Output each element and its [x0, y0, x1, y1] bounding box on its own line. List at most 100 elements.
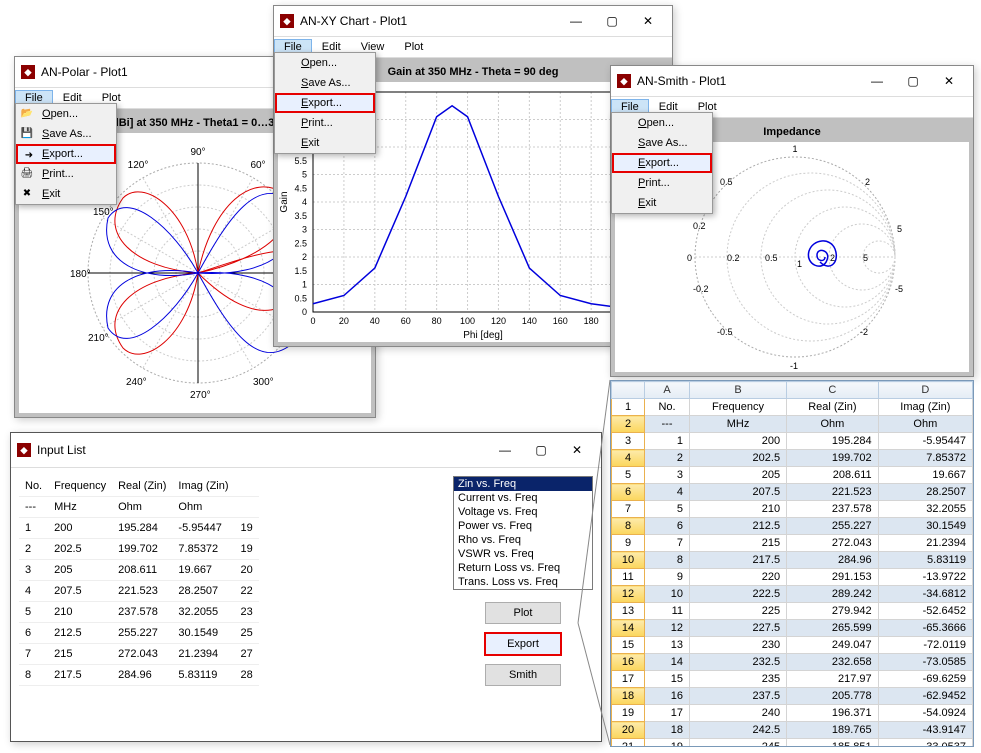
excel-table[interactable]: ABCD 1No.FrequencyReal (Zin)Imag (Zin)2-…	[611, 381, 973, 747]
xy-title: AN-XY Chart - Plot1	[300, 14, 558, 28]
table-row[interactable]: 1200195.284-5.9544719	[19, 518, 259, 539]
menu-plot[interactable]: Plot	[394, 39, 433, 55]
smith-button[interactable]: Smith	[485, 664, 561, 686]
table-row[interactable]: 75210237.57832.2055	[612, 501, 973, 518]
polar-title: AN-Polar - Plot1	[41, 65, 261, 79]
table-row[interactable]: 42202.5199.7027.85372	[612, 450, 973, 467]
list-item[interactable]: Zin vs. Freq	[454, 477, 592, 491]
excel-view: ABCD 1No.FrequencyReal (Zin)Imag (Zin)2-…	[610, 380, 974, 747]
list-item[interactable]: VSWR vs. Freq	[454, 547, 592, 561]
app-icon: ◆	[17, 443, 31, 457]
menu-print-[interactable]: Print...	[612, 173, 712, 193]
list-item[interactable]: Current vs. Freq	[454, 491, 592, 505]
table-row[interactable]: 7215272.04321.239427	[19, 644, 259, 665]
table-row[interactable]: 1311225279.942-52.6452	[612, 603, 973, 620]
table-row[interactable]: 86212.5255.22730.1549	[612, 518, 973, 535]
menu-exit[interactable]: ✖Exit	[16, 184, 116, 204]
svg-text:180: 180	[584, 316, 599, 326]
menu-print-[interactable]: 🖨Print...	[16, 164, 116, 184]
menu-exit[interactable]: Exit	[275, 133, 375, 153]
list-item[interactable]: Power vs. Freq	[454, 519, 592, 533]
input-list-window: ◆ Input List — ▢ ✕ No.FrequencyReal (Zin…	[10, 432, 602, 742]
smith-file-dropdown: Open...Save As...Export...Print...Exit	[611, 112, 713, 214]
minimize-button[interactable]: —	[558, 10, 594, 32]
table-row[interactable]: 3205208.61119.66720	[19, 560, 259, 581]
menu-export-[interactable]: ➜Export...	[16, 144, 116, 164]
table-row[interactable]: 1No.FrequencyReal (Zin)Imag (Zin)	[612, 399, 973, 416]
table-row[interactable]: 1513230249.047-72.0119	[612, 637, 973, 654]
col-header: No.	[19, 476, 48, 497]
close-button[interactable]: ✕	[931, 70, 967, 92]
svg-text:0.5: 0.5	[294, 293, 307, 303]
svg-text:120°: 120°	[128, 160, 149, 171]
svg-text:1: 1	[792, 144, 797, 154]
table-row[interactable]: 1210222.5289.242-34.6812	[612, 586, 973, 603]
plot-options-listbox[interactable]: Zin vs. FreqCurrent vs. FreqVoltage vs. …	[453, 476, 593, 590]
table-row[interactable]: 119220291.153-13.9722	[612, 569, 973, 586]
list-item[interactable]: Trans. Loss vs. Freq	[454, 575, 592, 589]
menu-save-as-[interactable]: Save As...	[612, 133, 712, 153]
list-item[interactable]: Rho vs. Freq	[454, 533, 592, 547]
table-row[interactable]: 108217.5284.965.83119	[612, 552, 973, 569]
table-row[interactable]: 6212.5255.22730.154925	[19, 623, 259, 644]
table-row[interactable]: 2018242.5189.765-43.9147	[612, 722, 973, 739]
table-row[interactable]: 2119245185.851-33.0537	[612, 739, 973, 748]
svg-text:3: 3	[302, 225, 307, 235]
svg-text:-0.5: -0.5	[717, 327, 733, 337]
table-row[interactable]: 4207.5221.52328.250722	[19, 581, 259, 602]
table-row[interactable]: 2202.5199.7027.8537219	[19, 539, 259, 560]
maximize-button[interactable]: ▢	[895, 70, 931, 92]
table-row[interactable]: 1917240196.371-54.0924	[612, 705, 973, 722]
col-header[interactable]: D	[878, 382, 972, 399]
col-header[interactable]	[612, 382, 645, 399]
close-button[interactable]: ✕	[559, 439, 595, 461]
svg-text:-0.2: -0.2	[693, 284, 709, 294]
svg-text:20: 20	[339, 316, 349, 326]
menu-export-[interactable]: Export...	[275, 93, 375, 113]
menu-save-as-[interactable]: Save As...	[275, 73, 375, 93]
menu-open-[interactable]: Open...	[612, 113, 712, 133]
menu-print-[interactable]: Print...	[275, 113, 375, 133]
menu-export-[interactable]: Export...	[612, 153, 712, 173]
svg-text:0.5: 0.5	[765, 253, 778, 263]
list-item[interactable]: Voltage vs. Freq	[454, 505, 592, 519]
table-row[interactable]: 1412227.5265.599-65.3666	[612, 620, 973, 637]
input-list-title: Input List	[37, 443, 487, 457]
input-list-titlebar[interactable]: ◆ Input List — ▢ ✕	[11, 433, 601, 468]
svg-text:Phi [deg]: Phi [deg]	[463, 330, 503, 341]
export-button[interactable]: Export	[484, 632, 562, 656]
input-list-table: No.FrequencyReal (Zin)Imag (Zin)---MHzOh…	[19, 476, 259, 686]
menu-exit[interactable]: Exit	[612, 193, 712, 213]
plot-button[interactable]: Plot	[485, 602, 561, 624]
svg-text:2: 2	[830, 253, 835, 263]
smith-titlebar[interactable]: ◆ AN-Smith - Plot1 — ▢ ✕	[611, 66, 973, 97]
menu-save-as-[interactable]: 💾Save As...	[16, 124, 116, 144]
close-button[interactable]: ✕	[630, 10, 666, 32]
list-item[interactable]: Return Loss vs. Freq	[454, 561, 592, 575]
table-row[interactable]: 1614232.5232.658-73.0585	[612, 654, 973, 671]
svg-text:Gain: Gain	[279, 191, 290, 212]
svg-text:90°: 90°	[190, 147, 205, 158]
table-row[interactable]: 1816237.5205.778-62.9452	[612, 688, 973, 705]
table-row[interactable]: 64207.5221.52328.2507	[612, 484, 973, 501]
col-header[interactable]: A	[645, 382, 690, 399]
table-row[interactable]: 97215272.04321.2394	[612, 535, 973, 552]
table-row[interactable]: 5210237.57832.205523	[19, 602, 259, 623]
svg-text:240°: 240°	[126, 377, 147, 388]
maximize-button[interactable]: ▢	[523, 439, 559, 461]
table-row[interactable]: 31200195.284-5.95447	[612, 433, 973, 450]
svg-text:0: 0	[310, 316, 315, 326]
table-row[interactable]: 53205208.61119.667	[612, 467, 973, 484]
maximize-button[interactable]: ▢	[594, 10, 630, 32]
menu-open-[interactable]: Open...	[275, 53, 375, 73]
table-row[interactable]: 1715235217.97-69.6259	[612, 671, 973, 688]
col-header[interactable]: C	[787, 382, 879, 399]
minimize-button[interactable]: —	[487, 439, 523, 461]
xy-titlebar[interactable]: ◆ AN-XY Chart - Plot1 — ▢ ✕	[274, 6, 672, 37]
col-header[interactable]: B	[690, 382, 787, 399]
menu-open-[interactable]: 📂Open...	[16, 104, 116, 124]
table-row[interactable]: 2---MHzOhmOhm	[612, 416, 973, 433]
svg-text:1.5: 1.5	[294, 266, 307, 276]
minimize-button[interactable]: —	[859, 70, 895, 92]
table-row[interactable]: 8217.5284.965.8311928	[19, 665, 259, 686]
